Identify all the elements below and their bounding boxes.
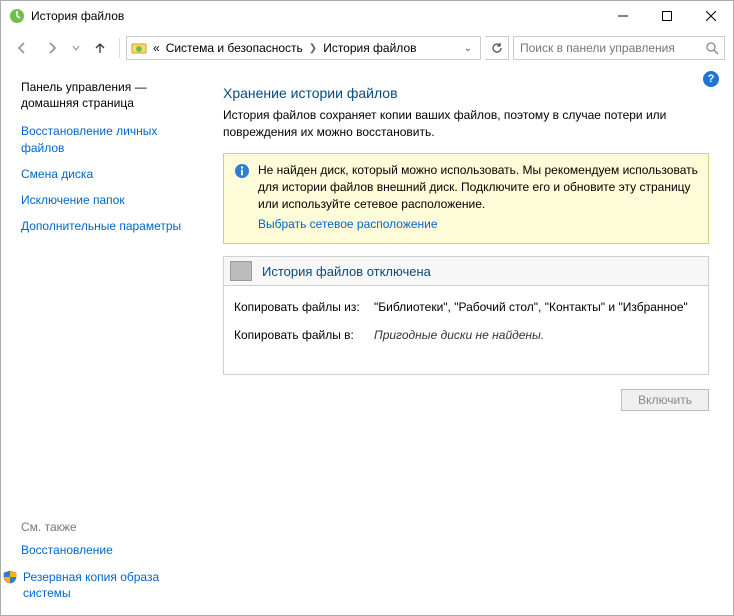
search-input[interactable]	[518, 40, 704, 56]
sidebar-link-change-drive[interactable]: Смена диска	[21, 166, 195, 182]
refresh-button[interactable]	[485, 36, 509, 60]
folder-icon	[131, 40, 147, 56]
warning-text: Не найден диск, который можно использова…	[258, 163, 698, 212]
breadcrumb[interactable]: « Система и безопасность ❯ История файло…	[126, 36, 481, 60]
window-title: История файлов	[31, 9, 124, 23]
copy-to-value: Пригодные диски не найдены.	[374, 328, 698, 342]
enable-button[interactable]: Включить	[621, 389, 709, 411]
separator	[119, 38, 120, 58]
copy-from-label: Копировать файлы из:	[234, 300, 374, 314]
status-title: История файлов отключена	[262, 264, 431, 279]
sidebar-link-exclude-folders[interactable]: Исключение папок	[21, 192, 195, 208]
control-panel-home-link[interactable]: Панель управления — домашняя страница	[21, 79, 195, 111]
breadcrumb-prefix[interactable]: «	[151, 41, 162, 55]
search-icon[interactable]	[704, 40, 720, 56]
minimize-button[interactable]	[601, 1, 645, 31]
see-also-system-image[interactable]: Резервная копия образа системы	[23, 569, 195, 601]
breadcrumb-item-1[interactable]: История файлов	[321, 41, 418, 55]
copy-from-value: "Библиотеки", "Рабочий стол", "Контакты"…	[374, 300, 698, 314]
see-also-recovery[interactable]: Восстановление	[21, 542, 195, 558]
window-controls	[601, 1, 733, 31]
help-icon[interactable]: ?	[703, 71, 719, 87]
recent-dropdown[interactable]	[69, 35, 83, 61]
page-description: История файлов сохраняет копии ваших фай…	[223, 107, 709, 141]
select-network-location-link[interactable]: Выбрать сетевое расположение	[258, 216, 438, 233]
titlebar: История файлов	[1, 1, 733, 31]
shield-icon	[3, 570, 17, 584]
main-content: ? Хранение истории файлов История файлов…	[207, 65, 733, 615]
address-bar: « Система и безопасность ❯ История файло…	[1, 31, 733, 65]
warning-box: Не найден диск, который можно использова…	[223, 153, 709, 245]
breadcrumb-dropdown[interactable]: ⌄	[460, 43, 476, 54]
sidebar: Панель управления — домашняя страница Во…	[1, 65, 207, 615]
chevron-right-icon: ❯	[307, 43, 319, 54]
maximize-button[interactable]	[645, 1, 689, 31]
breadcrumb-item-0[interactable]: Система и безопасность	[164, 41, 305, 55]
search-box[interactable]	[513, 36, 725, 60]
back-button[interactable]	[9, 35, 35, 61]
app-icon	[9, 8, 25, 24]
close-button[interactable]	[689, 1, 733, 31]
button-bar: Включить	[223, 389, 709, 411]
up-button[interactable]	[87, 35, 113, 61]
see-also-label: См. также	[21, 520, 195, 534]
sidebar-link-advanced[interactable]: Дополнительные параметры	[21, 218, 195, 234]
page-title: Хранение истории файлов	[223, 85, 709, 101]
copy-to-label: Копировать файлы в:	[234, 328, 374, 342]
info-icon	[234, 163, 250, 179]
status-panel: История файлов отключена Копировать файл…	[223, 256, 709, 375]
sidebar-link-restore-files[interactable]: Восстановление личных файлов	[21, 123, 195, 155]
forward-button[interactable]	[39, 35, 65, 61]
status-header: История файлов отключена	[224, 257, 708, 286]
status-thumbnail-icon	[230, 261, 252, 281]
